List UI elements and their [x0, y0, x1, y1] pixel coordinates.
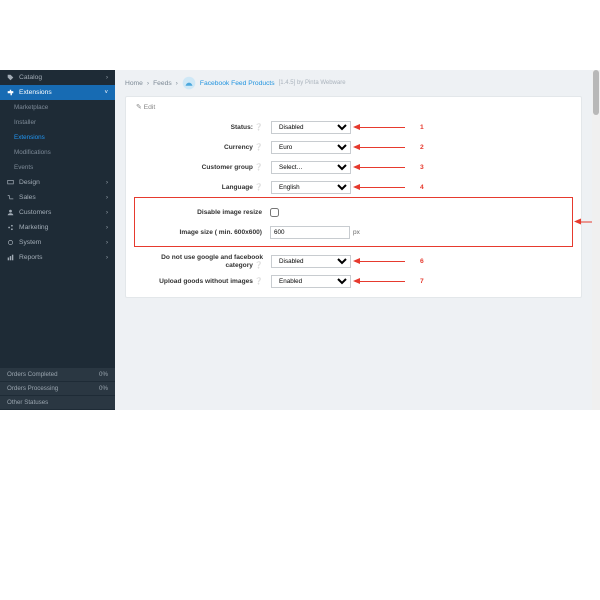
help-icon[interactable]: ❔: [255, 164, 263, 171]
annotation-arrow-icon: [355, 125, 410, 130]
label-resize: Disable image resize: [135, 209, 270, 216]
chevron-down-icon: ˅: [104, 90, 108, 96]
puzzle-icon: [7, 89, 14, 96]
row-image-size: Image size ( min. 600x600) px: [135, 222, 572, 242]
share-icon: [7, 224, 14, 231]
input-size[interactable]: [270, 226, 350, 239]
sidebar-item-events[interactable]: Events: [0, 160, 115, 175]
crumb-home[interactable]: Home: [125, 80, 143, 87]
sidebar-item-design[interactable]: Design›: [0, 175, 115, 190]
scrollbar-track[interactable]: [592, 70, 600, 410]
user-icon: [7, 209, 14, 216]
breadcrumb: Home› Feeds› Facebook Feed Products [1.4…: [115, 70, 592, 96]
sidebar-item-catalog[interactable]: Catalog ›: [0, 70, 115, 85]
edit-panel: ✎ Edit Status: ❔ Disabled 1 Currency ❔ E…: [125, 96, 582, 298]
chevron-right-icon: ›: [106, 75, 108, 81]
annotation-arrow-icon: [355, 145, 410, 150]
label-currency: Currency ❔: [136, 143, 271, 151]
sidebar-item-marketplace[interactable]: Marketplace: [0, 100, 115, 115]
select-language[interactable]: English: [271, 181, 351, 194]
select-status[interactable]: Disabled: [271, 121, 351, 134]
help-icon[interactable]: ❔: [255, 278, 263, 285]
highlight-box: Disable image resize Image size ( min. 6…: [134, 197, 573, 247]
panel-title: ✎ Edit: [136, 103, 571, 111]
bars-icon: [7, 254, 14, 261]
sidebar-item-extensions-sub[interactable]: Extensions: [0, 130, 115, 145]
select-group[interactable]: Select…: [271, 161, 351, 174]
sidebar-item-marketing[interactable]: Marketing›: [0, 220, 115, 235]
label-size: Image size ( min. 600x600): [135, 229, 270, 236]
row-customer-group: Customer group ❔ Select… 3: [136, 157, 571, 177]
footer-other-statuses: Other Statuses: [0, 396, 115, 410]
help-icon[interactable]: ❔: [255, 184, 263, 191]
sidebar-item-reports[interactable]: Reports›: [0, 250, 115, 265]
label-noimg: Upload goods without images ❔: [136, 277, 271, 285]
help-icon[interactable]: ❔: [255, 124, 263, 131]
gear-icon: [7, 239, 14, 246]
sidebar-label: Catalog: [19, 74, 42, 81]
help-icon[interactable]: ❔: [255, 262, 263, 269]
scrollbar-thumb[interactable]: [593, 70, 599, 115]
tag-icon: [7, 74, 14, 81]
tv-icon: [7, 179, 14, 186]
select-nocat[interactable]: Disabled: [271, 255, 351, 268]
sidebar-item-extensions[interactable]: Extensions ˅: [0, 85, 115, 100]
crumb-title[interactable]: Facebook Feed Products: [200, 80, 275, 87]
annotation-arrow-icon: [355, 259, 410, 264]
label-status: Status: ❔: [136, 123, 271, 131]
main-area: Home› Feeds› Facebook Feed Products [1.4…: [115, 70, 592, 410]
row-no-category: Do not use google and facebook category …: [136, 251, 571, 271]
product-logo-icon: [182, 76, 196, 90]
label-nocat: Do not use google and facebook category …: [136, 254, 271, 269]
sidebar-item-customers[interactable]: Customers›: [0, 205, 115, 220]
crumb-version: [1.4.5] by Pinta Webware: [279, 80, 346, 86]
cart-icon: [7, 194, 14, 201]
sidebar-label: Extensions: [19, 89, 52, 96]
row-language: Language ❔ English 4: [136, 177, 571, 197]
sidebar-footer: Orders Completed0% Orders Processing0% O…: [0, 368, 115, 410]
sidebar-item-installer[interactable]: Installer: [0, 115, 115, 130]
sidebar-item-system[interactable]: System›: [0, 235, 115, 250]
select-noimg[interactable]: Enabled: [271, 275, 351, 288]
sidebar: Catalog › Extensions ˅ Marketplace Insta…: [0, 70, 115, 410]
annotation-arrow-icon: [355, 185, 410, 190]
footer-orders-processing: Orders Processing0%: [0, 382, 115, 396]
row-no-images: Upload goods without images ❔ Enabled 7: [136, 271, 571, 291]
sidebar-item-sales[interactable]: Sales›: [0, 190, 115, 205]
annotation-arrow-icon: [355, 279, 410, 284]
annotation-num: 1: [420, 124, 424, 131]
row-status: Status: ❔ Disabled 1: [136, 117, 571, 137]
sidebar-item-modifications[interactable]: Modifications: [0, 145, 115, 160]
label-language: Language ❔: [136, 183, 271, 191]
select-currency[interactable]: Euro: [271, 141, 351, 154]
checkbox-resize[interactable]: [270, 208, 279, 217]
label-group: Customer group ❔: [136, 163, 271, 171]
row-disable-resize: Disable image resize: [135, 202, 572, 222]
footer-orders-completed: Orders Completed0%: [0, 368, 115, 382]
annotation-arrow-icon: [355, 165, 410, 170]
unit-px: px: [353, 229, 360, 236]
row-currency: Currency ❔ Euro 2: [136, 137, 571, 157]
crumb-feeds[interactable]: Feeds: [153, 80, 172, 87]
help-icon[interactable]: ❔: [255, 144, 263, 151]
